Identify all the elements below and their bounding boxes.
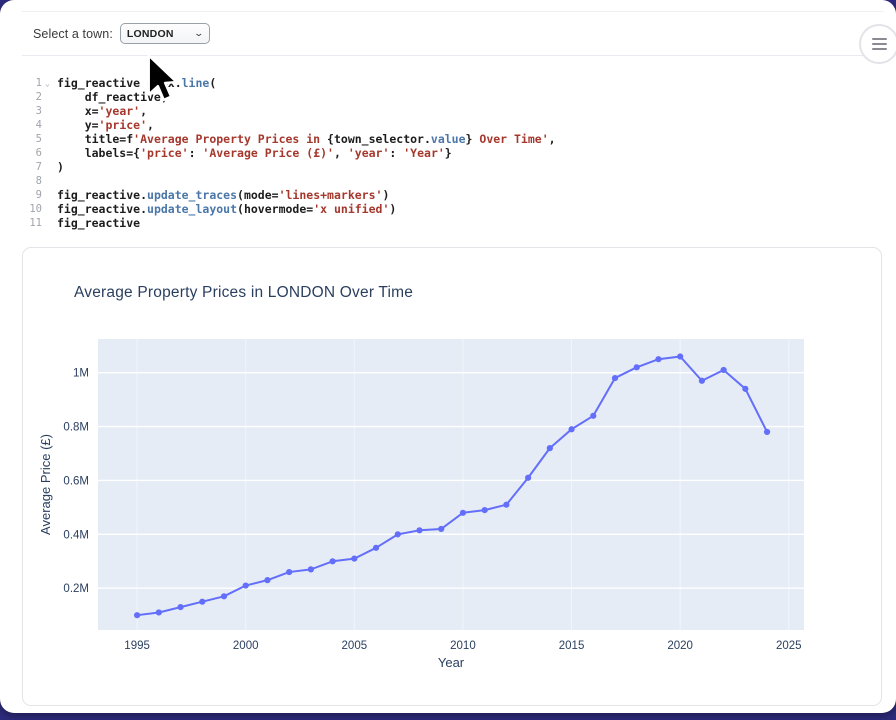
code-line[interactable]: 11fig_reactive [24,216,876,230]
line-number: 9 [24,188,42,202]
svg-text:1M: 1M [73,368,89,380]
code-line[interactable]: 2 df_reactive, [24,90,876,104]
code-line[interactable]: 5 title=f'Average Property Prices in {to… [24,132,876,146]
code-line[interactable]: 8 [24,174,876,188]
property-price-line-chart[interactable]: 1995 2000 2005 2010 2015 2020 2025 0.2M 0.4M 0.6M… [23,248,881,705]
code-text: fig_reactive [42,216,140,230]
line-number: 6 [24,146,42,160]
svg-text:2010: 2010 [450,640,476,652]
line-number: 10 [24,202,42,216]
code-line[interactable]: 1⌄fig_reactive = px.line( [24,76,876,90]
svg-text:2025: 2025 [776,640,802,652]
notebook-page: Select a town: LONDON ⌄ 1⌄fig_reactive =… [0,0,896,713]
code-line[interactable]: 10fig_reactive.update_layout(hovermode='… [24,202,876,216]
hamburger-icon [872,38,887,40]
chart-title: Average Property Prices in LONDON Over T… [74,284,413,302]
code-line[interactable]: 9fig_reactive.update_traces(mode='lines+… [24,188,876,202]
line-number: 7 [24,160,42,174]
line-number: 5 [24,132,42,146]
svg-text:0.6M: 0.6M [63,475,89,487]
line-number: 2 [24,90,42,104]
code-text [42,174,57,188]
line-number: 11 [24,216,42,230]
svg-text:2005: 2005 [342,640,368,652]
town-select-dropdown[interactable]: LONDON ⌄ [120,23,210,44]
svg-text:0.4M: 0.4M [63,529,89,541]
line-number: 4 [24,118,42,132]
svg-text:2015: 2015 [559,640,585,652]
code-line[interactable]: 4 y='price', [24,118,876,132]
line-number: 8 [24,174,42,188]
chevron-down-icon: ⌄ [194,28,205,39]
code-line[interactable]: 6 labels={'price': 'Average Price (£)', … [24,146,876,160]
code-text: fig_reactive.update_traces(mode='lines+m… [42,188,389,202]
code-text: ) [42,160,64,174]
control-bar: Select a town: LONDON ⌄ [22,11,884,56]
svg-text:2000: 2000 [233,640,259,652]
code-line[interactable]: 7) [24,160,876,174]
code-editor-cell[interactable]: 1⌄fig_reactive = px.line(2 df_reactive,3… [24,76,876,231]
town-select-value: LONDON [127,28,174,40]
select-town-label: Select a town: [33,27,113,41]
svg-text:0.2M: 0.2M [63,583,89,595]
code-line[interactable]: 3 x='year', [24,104,876,118]
code-text: labels={'price': 'Average Price (£)', 'y… [42,146,452,160]
line-number: 3 [24,104,42,118]
y-axis-title: Average Price (£) [38,434,53,535]
code-text: df_reactive, [42,90,168,104]
code-text: x='year', [42,104,147,118]
code-text: title=f'Average Property Prices in {town… [42,132,556,146]
line-number: 1⌄ [24,76,42,90]
code-text: fig_reactive = px.line( [42,76,216,90]
chart-output-card: 1995 2000 2005 2010 2015 2020 2025 0.2M 0.4M 0.6M… [22,247,882,706]
x-axis-title: Year [438,655,465,670]
svg-text:1995: 1995 [124,640,150,652]
svg-text:2020: 2020 [667,640,693,652]
code-text: y='price', [42,118,154,132]
app-menu-button[interactable] [859,24,896,64]
svg-text:0.8M: 0.8M [63,422,89,434]
fold-arrow-icon[interactable]: ⌄ [45,77,50,91]
code-text: fig_reactive.update_layout(hovermode='x … [42,202,396,216]
